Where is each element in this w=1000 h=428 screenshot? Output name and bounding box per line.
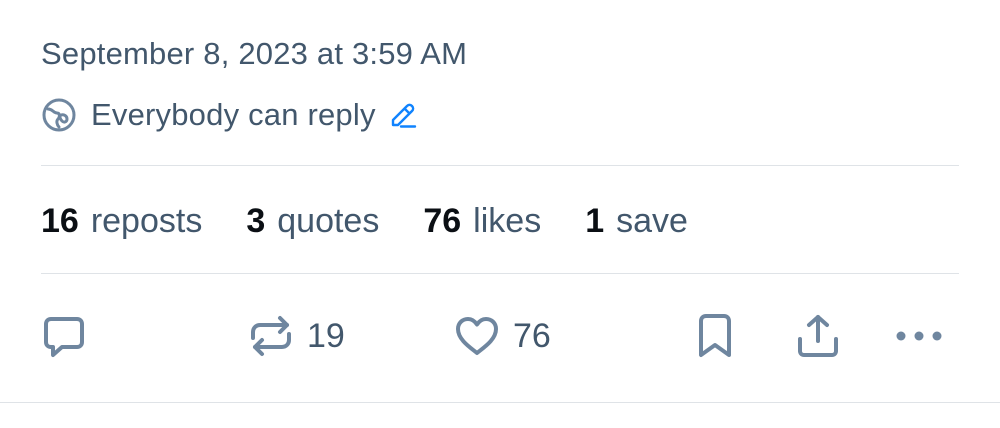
divider xyxy=(0,402,1000,403)
stat-label: quotes xyxy=(277,201,380,240)
repost-button[interactable]: 19 xyxy=(247,310,345,362)
stat-count: 76 xyxy=(423,201,462,240)
more-options-button[interactable] xyxy=(893,310,945,362)
stat-count: 1 xyxy=(585,201,605,240)
reply-setting: Everybody can reply xyxy=(41,95,418,135)
reply-setting-label: Everybody can reply xyxy=(91,97,376,132)
ellipsis-icon xyxy=(893,312,945,360)
action-bar: 19 76 xyxy=(0,310,1000,362)
share-button[interactable] xyxy=(795,310,841,362)
bookmark-button[interactable] xyxy=(693,310,737,362)
bookmark-icon xyxy=(693,312,737,360)
stat-label: reposts xyxy=(90,201,203,240)
divider xyxy=(41,165,959,166)
speech-bubble-icon xyxy=(40,312,88,360)
like-count: 76 xyxy=(513,316,551,355)
share-upload-icon xyxy=(795,312,841,360)
stat-count: 3 xyxy=(246,201,266,240)
stat-likes[interactable]: 76 likes xyxy=(423,202,541,241)
pencil-icon[interactable] xyxy=(388,100,418,130)
stat-count: 16 xyxy=(41,201,79,240)
stat-label: save xyxy=(616,201,688,240)
like-button[interactable]: 76 xyxy=(453,310,551,362)
engagement-stats: 16 reposts 3 quotes 76 likes 1 save xyxy=(41,199,688,243)
stat-quotes[interactable]: 3 quotes xyxy=(246,202,379,241)
repost-arrows-icon xyxy=(247,312,295,360)
post-timestamp: September 8, 2023 at 3:59 AM xyxy=(41,36,468,71)
stat-saves[interactable]: 1 save xyxy=(585,202,688,241)
stat-reposts[interactable]: 16 reposts xyxy=(41,202,202,241)
post-footer: September 8, 2023 at 3:59 AM Everybody c… xyxy=(0,0,1000,428)
repost-count: 19 xyxy=(307,316,345,355)
globe-icon xyxy=(41,97,77,133)
heart-icon xyxy=(453,312,501,360)
divider xyxy=(41,273,959,274)
stat-label: likes xyxy=(473,201,542,240)
reply-button[interactable] xyxy=(40,310,88,362)
